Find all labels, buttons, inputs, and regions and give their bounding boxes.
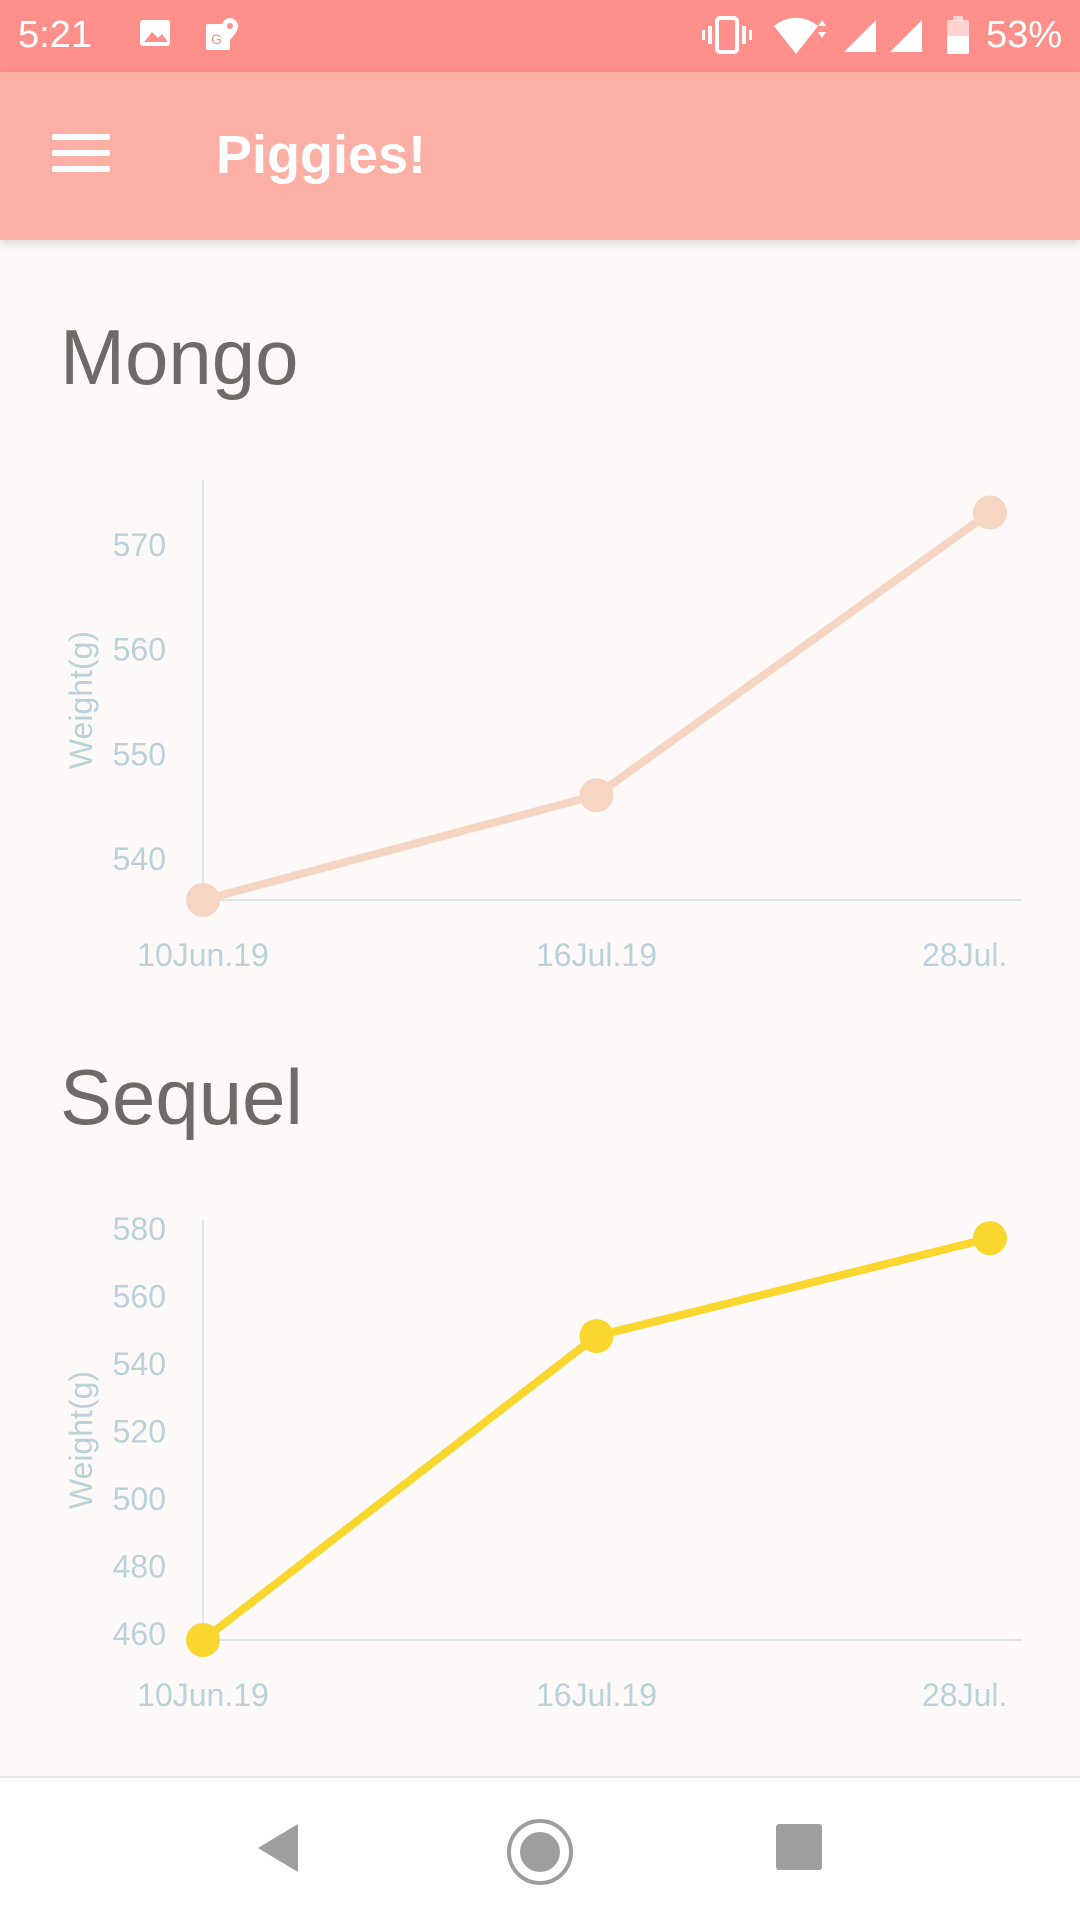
x-tick-label: 28Jul. — [922, 937, 1007, 973]
x-tick-label: 28Jul. — [922, 1677, 1007, 1713]
y-tick-label: 550 — [113, 736, 166, 772]
x-tick-label: 10Jun.19 — [137, 937, 269, 973]
data-point — [186, 1623, 220, 1657]
series-line — [201, 509, 993, 904]
menu-icon — [52, 134, 110, 140]
app-title: Piggies! — [216, 125, 427, 185]
x-tick-label: 16Jul.19 — [536, 1677, 657, 1713]
recents-icon[interactable] — [774, 1822, 824, 1872]
pig-name-title: Mongo — [60, 313, 299, 401]
menu-button[interactable] — [52, 128, 114, 178]
status-bar: 5:21 G 53% — [0, 0, 1080, 72]
status-time: 5:21 — [18, 14, 92, 56]
y-tick-label: 540 — [113, 1346, 166, 1382]
y-tick-label: 540 — [113, 841, 166, 877]
weight-chart-sequel: 460 480 500 520 540 560 580 Weight(g) 10Jun.19 16… — [63, 1211, 1022, 1713]
signal-icon — [890, 20, 922, 52]
signal-icon — [844, 20, 876, 52]
data-point — [186, 883, 220, 917]
battery-icon — [947, 16, 969, 54]
y-tick-label: 520 — [113, 1414, 166, 1450]
data-point — [973, 1221, 1007, 1256]
y-tick-label: 580 — [113, 1211, 166, 1247]
data-point — [973, 495, 1007, 530]
y-tick-label: 480 — [113, 1549, 166, 1585]
image-icon — [140, 20, 170, 46]
battery-percentage: 53% — [985, 14, 1062, 56]
home-icon[interactable] — [506, 1818, 574, 1886]
y-tick-label: 460 — [113, 1616, 166, 1652]
x-tick-label: 16Jul.19 — [536, 937, 657, 973]
x-tick-label: 10Jun.19 — [137, 1677, 269, 1713]
svg-text:G: G — [211, 31, 222, 47]
data-point — [579, 778, 614, 813]
data-point — [579, 1319, 614, 1354]
y-axis-label: Weight(g) — [63, 631, 99, 769]
y-axis-label: Weight(g) — [63, 1371, 99, 1509]
y-tick-label: 560 — [113, 1279, 166, 1315]
back-icon[interactable] — [250, 1818, 310, 1878]
maps-icon: G — [206, 18, 238, 50]
wifi-icon — [774, 17, 826, 54]
app-bar: Piggies! — [0, 72, 1080, 240]
y-tick-label: 560 — [113, 632, 166, 668]
vibrate-icon — [702, 16, 752, 54]
pig-name-title: Sequel — [60, 1053, 303, 1141]
system-nav-bar — [0, 1776, 1080, 1922]
series-line — [200, 1234, 991, 1644]
weight-chart-mongo: 540 550 560 570 Weight(g) 10Jun.19 16Jul.19 28J… — [63, 480, 1022, 973]
y-tick-label: 570 — [113, 527, 166, 563]
y-tick-label: 500 — [113, 1481, 166, 1517]
